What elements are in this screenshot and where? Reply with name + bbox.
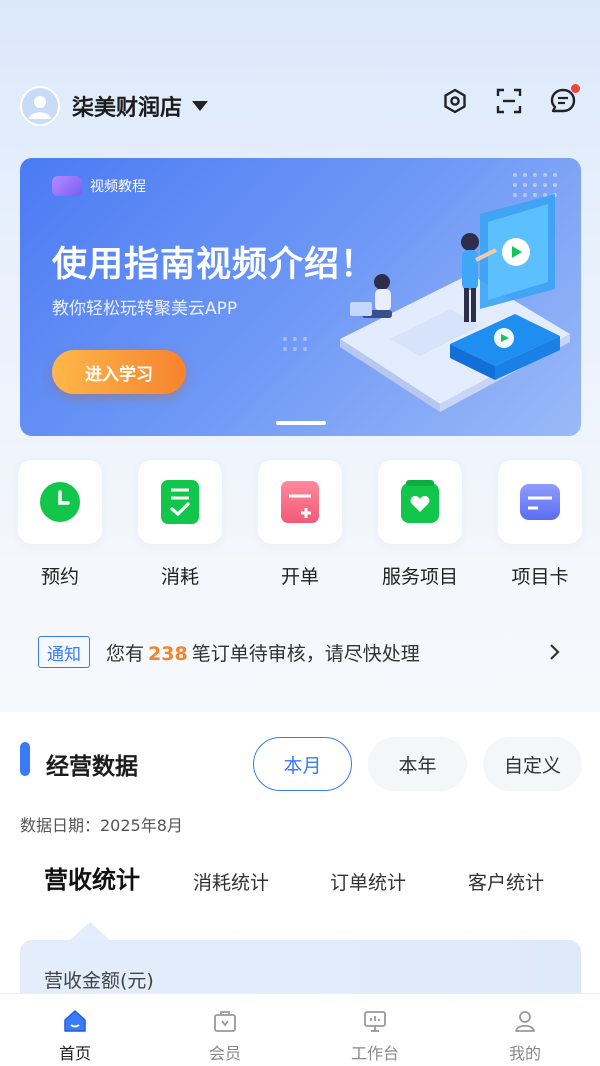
start-learning-button[interactable]: 进入学习 — [52, 350, 186, 394]
home-icon — [64, 1010, 86, 1032]
profile-icon — [515, 1011, 535, 1032]
quick-label: 开单 — [280, 566, 319, 588]
card-icon — [520, 484, 560, 520]
clock-icon — [40, 482, 80, 522]
notice-tag: 通知 — [38, 636, 90, 668]
quick-item-appointment[interactable]: 预约 — [0, 460, 120, 589]
period-year-button[interactable]: 本年 — [368, 737, 467, 791]
period-custom-button[interactable]: 自定义 — [483, 737, 582, 791]
tab-revenue-stats[interactable]: 营收统计 — [44, 860, 140, 895]
tab-label: 工作台 — [350, 1044, 399, 1063]
workbench-icon — [364, 1011, 386, 1032]
quick-item-project-card[interactable]: 项目卡 — [480, 460, 600, 589]
tab-workbench[interactable]: 工作台 — [300, 994, 450, 1066]
quick-label: 预约 — [40, 566, 79, 588]
tab-label: 会员 — [208, 1044, 241, 1063]
avatar[interactable] — [20, 86, 60, 126]
tab-customer-stats[interactable]: 客户统计 — [468, 868, 544, 895]
notice-bar[interactable]: 通知 您有 238 笔订单待审核，请尽快处理 — [38, 636, 568, 668]
quick-item-consume[interactable]: 消耗 — [120, 460, 240, 589]
section-accent-bar — [20, 742, 30, 776]
pending-count: 238 — [148, 642, 188, 665]
data-date: 数据日期：2025年8月 — [20, 816, 183, 835]
unread-dot — [571, 84, 580, 93]
quick-item-services[interactable]: 服务项目 — [360, 460, 480, 589]
scan-icon[interactable] — [494, 86, 524, 116]
notice-text: 您有 238 笔订单待审核，请尽快处理 — [106, 642, 420, 665]
header: 柒美财润店 — [0, 76, 600, 136]
member-icon — [214, 1011, 236, 1032]
quick-label: 服务项目 — [381, 566, 458, 588]
settings-icon[interactable] — [440, 86, 470, 116]
heart-card-icon — [401, 480, 439, 523]
quick-actions: 预约 消耗 开单 服务项目 项目卡 — [0, 460, 600, 589]
tab-mine[interactable]: 我的 — [450, 994, 600, 1066]
stat-tabs: 营收统计 消耗统计 订单统计 客户统计 — [0, 862, 600, 902]
tab-order-stats[interactable]: 订单统计 — [330, 868, 406, 895]
quick-label: 项目卡 — [511, 566, 569, 588]
tutorial-banner[interactable]: 视频教程 使用指南视频介绍！ 教你轻松玩转聚美云APP 进入学习 — [20, 158, 581, 436]
message-icon[interactable] — [548, 84, 580, 116]
add-order-icon — [281, 481, 319, 523]
tab-pointer — [70, 922, 110, 940]
tutorial-illustration — [340, 194, 570, 412]
quick-item-open-order[interactable]: 开单 — [240, 460, 360, 589]
store-name[interactable]: 柒美财润店 — [72, 90, 182, 122]
tab-home[interactable]: 首页 — [0, 994, 150, 1066]
bottom-tabbar: 首页 会员 工作台 我的 — [0, 993, 600, 1066]
chevron-right-icon[interactable] — [548, 642, 562, 662]
period-month-button[interactable]: 本月 — [253, 737, 352, 791]
tab-label: 我的 — [508, 1044, 541, 1063]
tab-consume-stats[interactable]: 消耗统计 — [193, 868, 269, 895]
section-title: 经营数据 — [46, 754, 138, 780]
tab-label: 首页 — [58, 1044, 91, 1063]
user-icon — [29, 96, 51, 119]
carousel-indicator[interactable] — [276, 421, 326, 425]
revenue-label: 营收金额(元) — [44, 970, 154, 992]
store-dropdown-icon[interactable] — [192, 101, 209, 111]
banner-subtitle: 教你轻松玩转聚美云APP — [52, 299, 238, 319]
video-tag-icon — [52, 176, 82, 196]
quick-label: 消耗 — [160, 566, 199, 588]
checklist-icon — [161, 480, 199, 524]
decor-dots — [283, 337, 307, 351]
banner-tag: 视频教程 — [90, 179, 146, 195]
tab-member[interactable]: 会员 — [150, 994, 300, 1066]
